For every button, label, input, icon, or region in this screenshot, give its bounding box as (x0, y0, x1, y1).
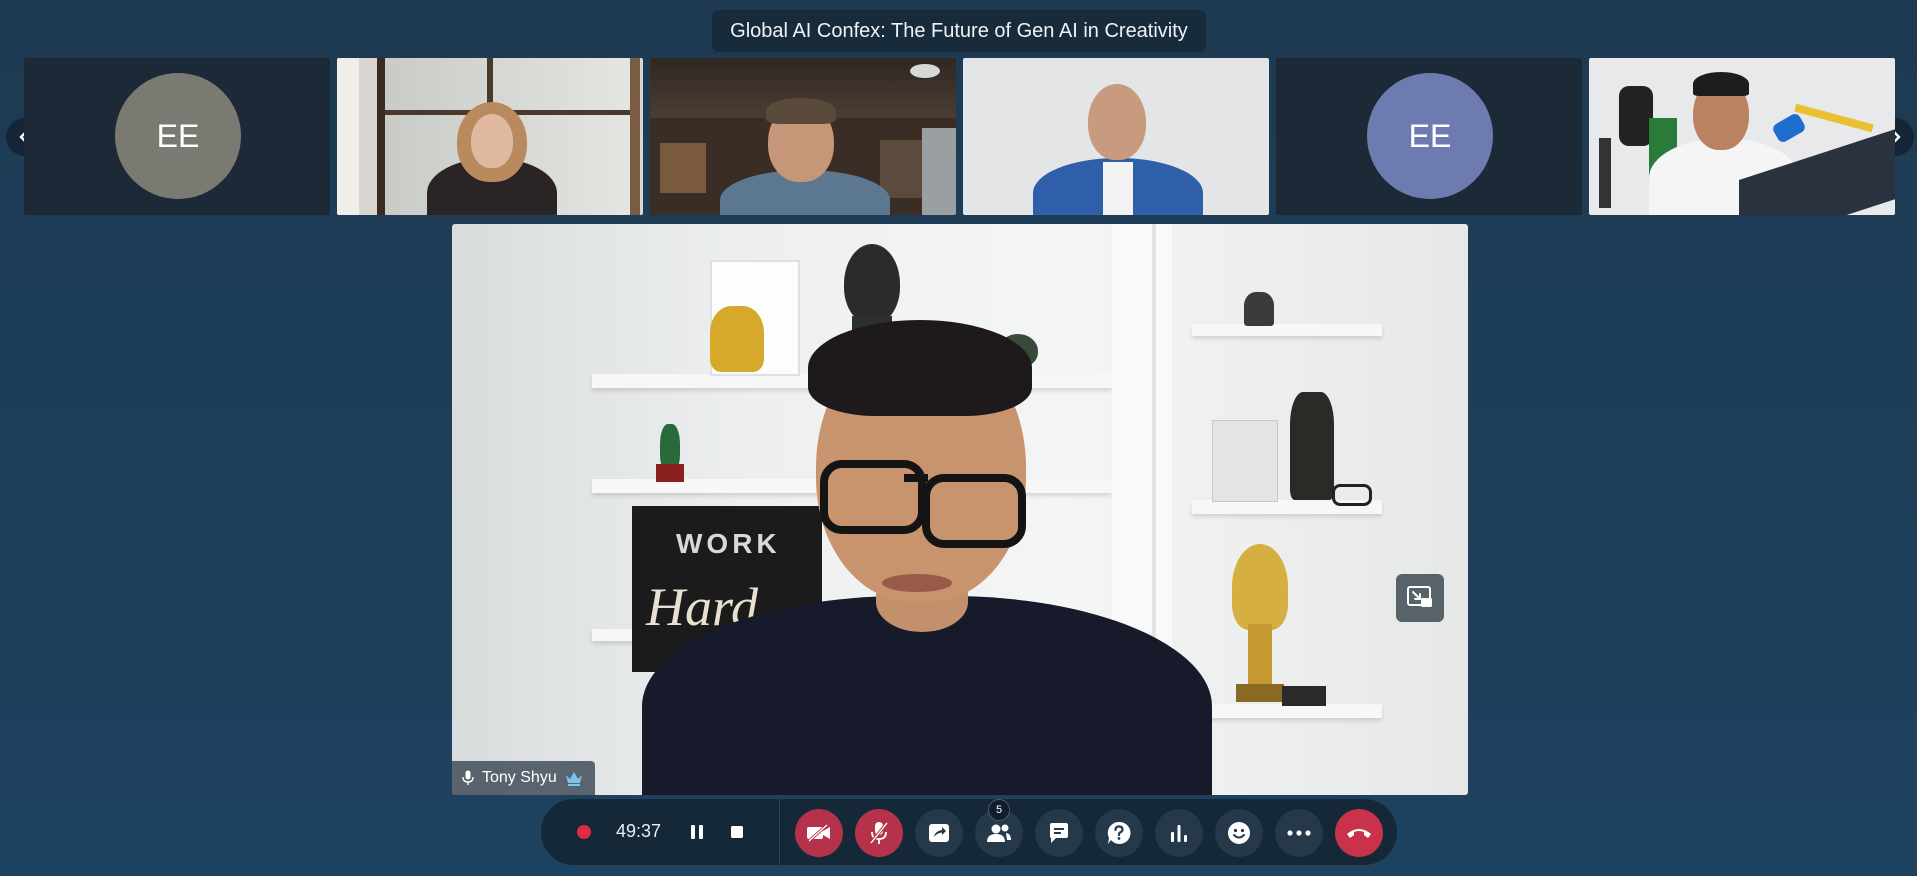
participants-icon (987, 824, 1011, 842)
participant-tile-3[interactable] (650, 58, 956, 215)
leave-call-button[interactable] (1335, 809, 1383, 857)
participant-video (1589, 58, 1895, 215)
avatar: EE (1367, 73, 1493, 199)
chat-icon (1050, 823, 1068, 843)
speaker-video-feed: WORK Hard (452, 224, 1468, 795)
participant-video (337, 58, 643, 215)
participant-tile-2[interactable] (337, 58, 643, 215)
microphone-icon (462, 770, 474, 785)
participants-button[interactable]: 5 (975, 799, 1023, 857)
recording-indicator-icon (577, 825, 591, 839)
reactions-button[interactable] (1215, 809, 1263, 857)
speaker-name: Tony Shyu (482, 769, 557, 786)
camera-off-icon (807, 823, 830, 843)
participants-count-badge: 5 (988, 799, 1010, 821)
participant-tile-5[interactable]: EE (1276, 58, 1582, 215)
bar-chart-icon (1171, 825, 1187, 842)
share-screen-button[interactable] (915, 809, 963, 857)
question-icon (1107, 821, 1131, 844)
participant-tile-4[interactable] (963, 58, 1269, 215)
host-crown-icon (565, 772, 582, 786)
minimize-video-button[interactable] (1396, 574, 1444, 622)
participant-video (650, 58, 956, 215)
smiley-icon (1228, 822, 1250, 844)
more-horizontal-icon (1287, 830, 1311, 836)
mic-off-icon (869, 821, 889, 845)
participant-tile-6[interactable] (1589, 58, 1895, 215)
camera-toggle-button[interactable] (795, 809, 843, 857)
mic-toggle-button[interactable] (855, 809, 903, 857)
meeting-title: Global AI Confex: The Future of Gen AI i… (712, 10, 1206, 52)
avatar: EE (115, 73, 241, 199)
speaker-name-label: Tony Shyu (452, 761, 595, 795)
pause-icon (691, 825, 703, 839)
picture-in-picture-icon (1407, 586, 1432, 607)
meeting-toolbar: 49:37 5 (541, 799, 1397, 865)
main-speaker-video[interactable]: WORK Hard Tony Shyu (452, 224, 1468, 795)
stop-icon (731, 826, 743, 838)
qna-button[interactable] (1095, 809, 1143, 857)
participant-video (963, 58, 1269, 215)
stop-recording-button[interactable] (725, 820, 749, 844)
poster-text: WORK (676, 528, 781, 559)
chat-button[interactable] (1035, 809, 1083, 857)
more-options-button[interactable] (1275, 809, 1323, 857)
pause-recording-button[interactable] (685, 820, 709, 844)
participant-tile-1[interactable]: EE (24, 58, 330, 215)
share-screen-icon (929, 824, 949, 842)
polls-button[interactable] (1155, 809, 1203, 857)
hang-up-icon (1347, 829, 1371, 838)
recording-timer: 49:37 (616, 821, 662, 841)
recording-controls: 49:37 (541, 799, 779, 865)
toolbar-divider (779, 799, 780, 865)
